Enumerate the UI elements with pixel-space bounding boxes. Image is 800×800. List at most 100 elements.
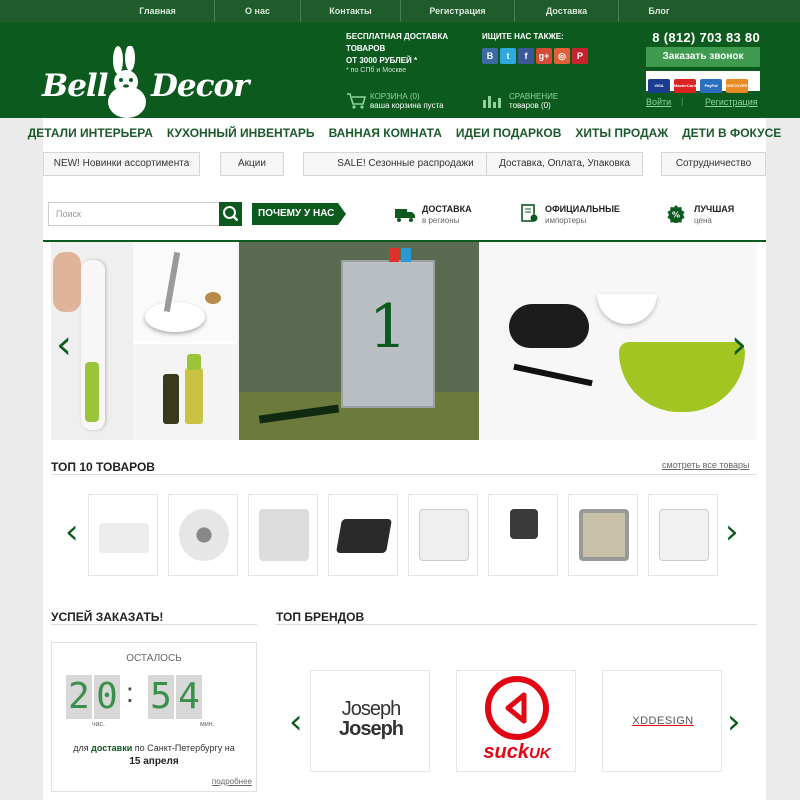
compare-widget[interactable]: СРАВНЕНИЕ товаров (0) <box>482 90 582 114</box>
topmenu-about[interactable]: О нас <box>215 0 301 22</box>
timer-more-link[interactable]: подробнее <box>202 777 252 786</box>
topmenu-contacts[interactable]: Контакты <box>301 0 401 22</box>
social-block: ИЩИТЕ НАС ТАКЖЕ: Bt f g+ ◎ P <box>482 31 600 64</box>
callback-button[interactable]: Заказать звонок <box>646 47 760 67</box>
facebook-icon[interactable]: f <box>518 48 534 64</box>
register-link[interactable]: Регистрация <box>705 97 758 107</box>
brand-joseph-line1: Joseph <box>341 698 402 720</box>
subnav-partnership[interactable]: Сотрудничество <box>661 152 766 176</box>
auth-divider: | <box>681 96 684 106</box>
feature-official-title: ОФИЦИАЛЬНЫЕ <box>545 204 620 214</box>
top10-prev-arrow[interactable]: ‹ <box>65 512 79 552</box>
hurry-title: УСПЕЙ ЗАКАЗАТЬ! <box>51 610 164 624</box>
timer-text-c: по Санкт-Петербургу на <box>132 743 235 753</box>
googleplus-icon[interactable]: g+ <box>536 48 552 64</box>
subnav-sale[interactable]: SALE! Сезонные распродажи <box>303 152 508 176</box>
compare-status: товаров (0) <box>509 101 551 110</box>
vk-icon[interactable]: B <box>482 48 498 64</box>
cat-bathroom[interactable]: ВАННАЯ КОМНАТА <box>322 118 449 148</box>
search-row: Поиск ПОЧЕМУ У НАС ДОСТАВКА в регионы ОФИ… <box>43 202 766 230</box>
timer-date: 15 апреля <box>129 756 179 767</box>
topmenu-blog[interactable]: Блог <box>619 0 699 22</box>
slider-next-arrow[interactable]: › <box>731 322 747 368</box>
brands-divider <box>276 624 757 625</box>
timer-minute-digit-1: 5 <box>148 675 174 719</box>
category-nav: ДЕТАЛИ ИНТЕРЬЕРА КУХОННЫЙ ИНВЕНТАРЬ ВАНН… <box>28 118 782 148</box>
brands-next-arrow[interactable]: › <box>727 702 741 742</box>
main-content: ДЕТАЛИ ИНТЕРЬЕРА КУХОННЫЙ ИНВЕНТАРЬ ВАНН… <box>28 118 782 800</box>
cart-widget[interactable]: КОРЗИНА (0) ваша корзина пуста <box>346 90 456 114</box>
cat-bestsellers[interactable]: ХИТЫ ПРОДАЖ <box>568 118 675 148</box>
brand-xd-design[interactable]: XDDESIGN <box>602 670 722 772</box>
slide-panel-oil-bottles <box>133 342 237 440</box>
product-thumb[interactable] <box>248 494 318 576</box>
mastercard-icon: MasterCard <box>674 79 696 93</box>
brands-prev-arrow[interactable]: ‹ <box>289 702 303 742</box>
brand-suck-wordmark: suckUK <box>457 741 577 764</box>
compare-label: СРАВНЕНИЕ <box>509 92 559 101</box>
top10-see-all-link[interactable]: смотреть все товары <box>662 460 750 470</box>
cat-interior[interactable]: ДЕТАЛИ ИНТЕРЬЕРА <box>21 118 160 148</box>
pinterest-icon[interactable]: P <box>572 48 588 64</box>
twitter-icon[interactable]: t <box>500 48 516 64</box>
cart-icon <box>347 93 366 109</box>
subnav-promo[interactable]: Акции <box>220 152 284 176</box>
delivery-line2: ОТ 3000 РУБЛЕЙ * <box>346 56 418 65</box>
brand-joseph-joseph[interactable]: Joseph Joseph <box>310 670 430 772</box>
product-thumb[interactable] <box>488 494 558 576</box>
brand-suck-uk[interactable]: suckUK <box>456 670 576 772</box>
product-thumb[interactable] <box>328 494 398 576</box>
cat-gifts[interactable]: ИДЕИ ПОДАРКОВ <box>449 118 568 148</box>
countdown-timer: ОСТАЛОСЬ 2 0 : 5 4 час. мин. для доставк… <box>51 642 257 792</box>
cat-kitchen[interactable]: КУХОННЫЙ ИНВЕНТАРЬ <box>160 118 322 148</box>
timer-remaining-label: ОСТАЛОСЬ <box>126 653 182 664</box>
cart-label: КОРЗИНА (0) <box>370 92 420 101</box>
timer-separator: : <box>126 677 134 708</box>
login-link[interactable]: Войти <box>646 97 671 107</box>
logo-bell: Bell <box>42 68 108 104</box>
visa-icon: VISA <box>648 79 670 93</box>
timer-text-a: для <box>73 743 92 753</box>
topmenu-home[interactable]: Главная <box>101 0 215 22</box>
odnoklassniki-icon[interactable]: ◎ <box>554 48 570 64</box>
top10-divider <box>51 474 757 475</box>
subnav-new[interactable]: NEW! Новинки ассортимента <box>43 152 200 176</box>
topmenu-register[interactable]: Регистрация <box>401 0 515 22</box>
search-button[interactable] <box>219 202 242 226</box>
timer-minutes-label: мин. <box>200 721 215 728</box>
hurry-divider <box>51 624 257 625</box>
product-thumb[interactable] <box>648 494 718 576</box>
feature-delivery-title: ДОСТАВКА <box>422 204 472 214</box>
product-thumb[interactable] <box>168 494 238 576</box>
top10-carousel: ‹ › <box>43 494 766 576</box>
product-thumb[interactable] <box>408 494 478 576</box>
phone-number[interactable]: 8 (812) 703 83 80 <box>646 30 760 45</box>
svg-text:%: % <box>672 211 680 220</box>
product-thumb[interactable] <box>568 494 638 576</box>
brand-suck-suffix: UK <box>528 745 551 762</box>
top10-next-arrow[interactable]: › <box>725 512 739 552</box>
discover-icon: DISCOVER <box>726 79 748 93</box>
free-delivery-info: БЕСПЛАТНАЯ ДОСТАВКА ТОВАРОВ ОТ 3000 РУБЛ… <box>346 31 471 74</box>
certificate-icon <box>521 204 538 222</box>
top10-title: ТОП 10 ТОВАРОВ <box>51 460 155 474</box>
search-icon <box>223 206 239 222</box>
slider-prev-arrow[interactable]: ‹ <box>56 322 72 368</box>
cat-kids[interactable]: ДЕТИ В ФОКУСЕ <box>675 118 788 148</box>
social-icons: Bt f g+ ◎ P <box>482 46 600 64</box>
delivery-line1: БЕСПЛАТНАЯ ДОСТАВКА ТОВАРОВ <box>346 32 449 53</box>
top-menu: Главная О нас Контакты Регистрация Доста… <box>0 0 800 22</box>
subnav-delivery[interactable]: Доставка, Оплата, Упаковка <box>486 152 643 176</box>
social-title: ИЩИТЕ НАС ТАКЖЕ: <box>482 32 564 41</box>
cart-status: ваша корзина пуста <box>370 101 444 110</box>
brand-suck-name: suck <box>483 741 529 763</box>
topmenu-delivery[interactable]: Доставка <box>515 0 619 22</box>
percent-icon: % <box>667 205 685 223</box>
search-input[interactable]: Поиск <box>48 202 242 226</box>
timer-minute-digit-2: 4 <box>176 675 202 719</box>
timer-hour-digit-2: 0 <box>94 675 120 719</box>
slide-number: 1 <box>368 292 408 362</box>
timer-hours-label: час. <box>92 721 105 728</box>
header: Bell Decor БЕСПЛАТНАЯ ДОСТАВКА ТОВАРОВ О… <box>0 22 800 118</box>
product-thumb[interactable] <box>88 494 158 576</box>
